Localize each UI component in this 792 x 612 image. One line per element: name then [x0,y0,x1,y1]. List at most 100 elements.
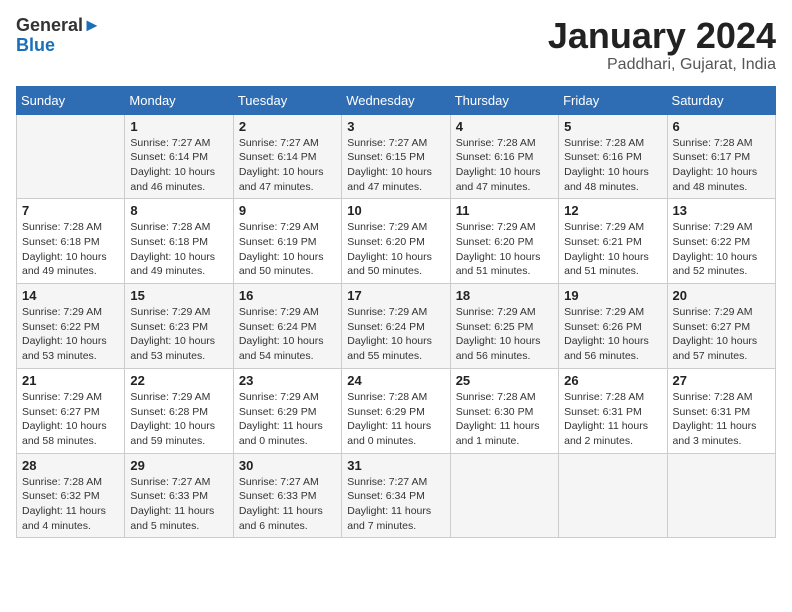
day-info: Sunrise: 7:28 AMSunset: 6:31 PMDaylight:… [673,390,770,449]
day-number: 16 [239,288,336,303]
day-number: 18 [456,288,553,303]
col-header-monday: Monday [125,86,233,114]
col-header-friday: Friday [559,86,667,114]
day-info: Sunrise: 7:29 AMSunset: 6:20 PMDaylight:… [456,220,553,279]
day-info: Sunrise: 7:27 AMSunset: 6:14 PMDaylight:… [130,136,227,195]
day-number: 1 [130,119,227,134]
calendar-cell: 12 Sunrise: 7:29 AMSunset: 6:21 PMDayligh… [559,199,667,284]
day-number: 3 [347,119,444,134]
calendar-cell: 1 Sunrise: 7:27 AMSunset: 6:14 PMDaylight… [125,114,233,199]
calendar-cell: 15 Sunrise: 7:29 AMSunset: 6:23 PMDayligh… [125,284,233,369]
calendar-cell: 28 Sunrise: 7:28 AMSunset: 6:32 PMDayligh… [17,453,125,538]
day-number: 25 [456,373,553,388]
day-info: Sunrise: 7:27 AMSunset: 6:33 PMDaylight:… [130,475,227,534]
calendar-cell: 5 Sunrise: 7:28 AMSunset: 6:16 PMDaylight… [559,114,667,199]
day-info: Sunrise: 7:29 AMSunset: 6:28 PMDaylight:… [130,390,227,449]
col-header-sunday: Sunday [17,86,125,114]
day-info: Sunrise: 7:29 AMSunset: 6:19 PMDaylight:… [239,220,336,279]
calendar-table: SundayMondayTuesdayWednesdayThursdayFrid… [16,86,776,539]
calendar-cell: 2 Sunrise: 7:27 AMSunset: 6:14 PMDaylight… [233,114,341,199]
day-number: 29 [130,458,227,473]
day-info: Sunrise: 7:29 AMSunset: 6:29 PMDaylight:… [239,390,336,449]
day-info: Sunrise: 7:28 AMSunset: 6:32 PMDaylight:… [22,475,119,534]
day-number: 13 [673,203,770,218]
calendar-cell [17,114,125,199]
day-number: 31 [347,458,444,473]
calendar-cell: 18 Sunrise: 7:29 AMSunset: 6:25 PMDayligh… [450,284,558,369]
calendar-cell: 17Sunrise: 7:29 AMSunset: 6:24 PMDayligh… [342,284,450,369]
location: Paddhari, Gujarat, India [548,56,776,74]
day-number: 9 [239,203,336,218]
day-info: Sunrise: 7:29 AMSunset: 6:24 PMDaylight:… [347,305,444,364]
day-number: 12 [564,203,661,218]
day-number: 20 [673,288,770,303]
day-number: 28 [22,458,119,473]
day-number: 6 [673,119,770,134]
day-info: Sunrise: 7:29 AMSunset: 6:24 PMDaylight:… [239,305,336,364]
calendar-cell: 4 Sunrise: 7:28 AMSunset: 6:16 PMDaylight… [450,114,558,199]
month-title: January 2024 [548,16,776,56]
day-info: Sunrise: 7:28 AMSunset: 6:29 PMDaylight:… [347,390,444,449]
day-info: Sunrise: 7:29 AMSunset: 6:20 PMDaylight:… [347,220,444,279]
day-info: Sunrise: 7:29 AMSunset: 6:27 PMDaylight:… [22,390,119,449]
day-info: Sunrise: 7:29 AMSunset: 6:22 PMDaylight:… [673,220,770,279]
day-number: 24 [347,373,444,388]
day-info: Sunrise: 7:28 AMSunset: 6:16 PMDaylight:… [456,136,553,195]
calendar-cell: 10Sunrise: 7:29 AMSunset: 6:20 PMDayligh… [342,199,450,284]
calendar-cell [559,453,667,538]
day-info: Sunrise: 7:29 AMSunset: 6:25 PMDaylight:… [456,305,553,364]
calendar-cell: 6 Sunrise: 7:28 AMSunset: 6:17 PMDaylight… [667,114,775,199]
calendar-cell: 19Sunrise: 7:29 AMSunset: 6:26 PMDayligh… [559,284,667,369]
day-info: Sunrise: 7:28 AMSunset: 6:31 PMDaylight:… [564,390,661,449]
calendar-cell: 20 Sunrise: 7:29 AMSunset: 6:27 PMDayligh… [667,284,775,369]
calendar-cell: 23 Sunrise: 7:29 AMSunset: 6:29 PMDayligh… [233,368,341,453]
day-number: 14 [22,288,119,303]
calendar-cell: 22Sunrise: 7:29 AMSunset: 6:28 PMDayligh… [125,368,233,453]
calendar-cell: 7 Sunrise: 7:28 AMSunset: 6:18 PMDaylight… [17,199,125,284]
day-info: Sunrise: 7:29 AMSunset: 6:21 PMDaylight:… [564,220,661,279]
calendar-cell: 13 Sunrise: 7:29 AMSunset: 6:22 PMDayligh… [667,199,775,284]
day-info: Sunrise: 7:27 AMSunset: 6:14 PMDaylight:… [239,136,336,195]
day-number: 7 [22,203,119,218]
day-info: Sunrise: 7:29 AMSunset: 6:22 PMDaylight:… [22,305,119,364]
title-area: January 2024 Paddhari, Gujarat, India [548,16,776,74]
day-number: 15 [130,288,227,303]
calendar-cell: 3 Sunrise: 7:27 AMSunset: 6:15 PMDaylight… [342,114,450,199]
day-info: Sunrise: 7:27 AMSunset: 6:15 PMDaylight:… [347,136,444,195]
calendar-cell: 21 Sunrise: 7:29 AMSunset: 6:27 PMDayligh… [17,368,125,453]
day-info: Sunrise: 7:27 AMSunset: 6:33 PMDaylight:… [239,475,336,534]
day-number: 2 [239,119,336,134]
calendar-cell: 30Sunrise: 7:27 AMSunset: 6:33 PMDayligh… [233,453,341,538]
day-number: 5 [564,119,661,134]
day-info: Sunrise: 7:28 AMSunset: 6:18 PMDaylight:… [130,220,227,279]
col-header-saturday: Saturday [667,86,775,114]
day-number: 21 [22,373,119,388]
calendar-cell: 27 Sunrise: 7:28 AMSunset: 6:31 PMDayligh… [667,368,775,453]
day-number: 19 [564,288,661,303]
calendar-cell: 16 Sunrise: 7:29 AMSunset: 6:24 PMDayligh… [233,284,341,369]
calendar-cell [667,453,775,538]
calendar-cell: 31 Sunrise: 7:27 AMSunset: 6:34 PMDayligh… [342,453,450,538]
calendar-cell: 8 Sunrise: 7:28 AMSunset: 6:18 PMDaylight… [125,199,233,284]
day-number: 8 [130,203,227,218]
day-info: Sunrise: 7:28 AMSunset: 6:30 PMDaylight:… [456,390,553,449]
calendar-cell: 14 Sunrise: 7:29 AMSunset: 6:22 PMDayligh… [17,284,125,369]
day-info: Sunrise: 7:29 AMSunset: 6:23 PMDaylight:… [130,305,227,364]
day-info: Sunrise: 7:28 AMSunset: 6:16 PMDaylight:… [564,136,661,195]
col-header-tuesday: Tuesday [233,86,341,114]
day-number: 23 [239,373,336,388]
logo: General► Blue [16,16,101,56]
day-number: 4 [456,119,553,134]
logo-blue: Blue [16,35,55,55]
day-number: 27 [673,373,770,388]
calendar-cell: 11 Sunrise: 7:29 AMSunset: 6:20 PMDayligh… [450,199,558,284]
calendar-cell: 26 Sunrise: 7:28 AMSunset: 6:31 PMDayligh… [559,368,667,453]
day-info: Sunrise: 7:28 AMSunset: 6:18 PMDaylight:… [22,220,119,279]
day-info: Sunrise: 7:28 AMSunset: 6:17 PMDaylight:… [673,136,770,195]
calendar-cell: 29 Sunrise: 7:27 AMSunset: 6:33 PMDayligh… [125,453,233,538]
day-info: Sunrise: 7:27 AMSunset: 6:34 PMDaylight:… [347,475,444,534]
day-number: 26 [564,373,661,388]
day-info: Sunrise: 7:29 AMSunset: 6:27 PMDaylight:… [673,305,770,364]
calendar-cell: 24 Sunrise: 7:28 AMSunset: 6:29 PMDayligh… [342,368,450,453]
day-number: 11 [456,203,553,218]
